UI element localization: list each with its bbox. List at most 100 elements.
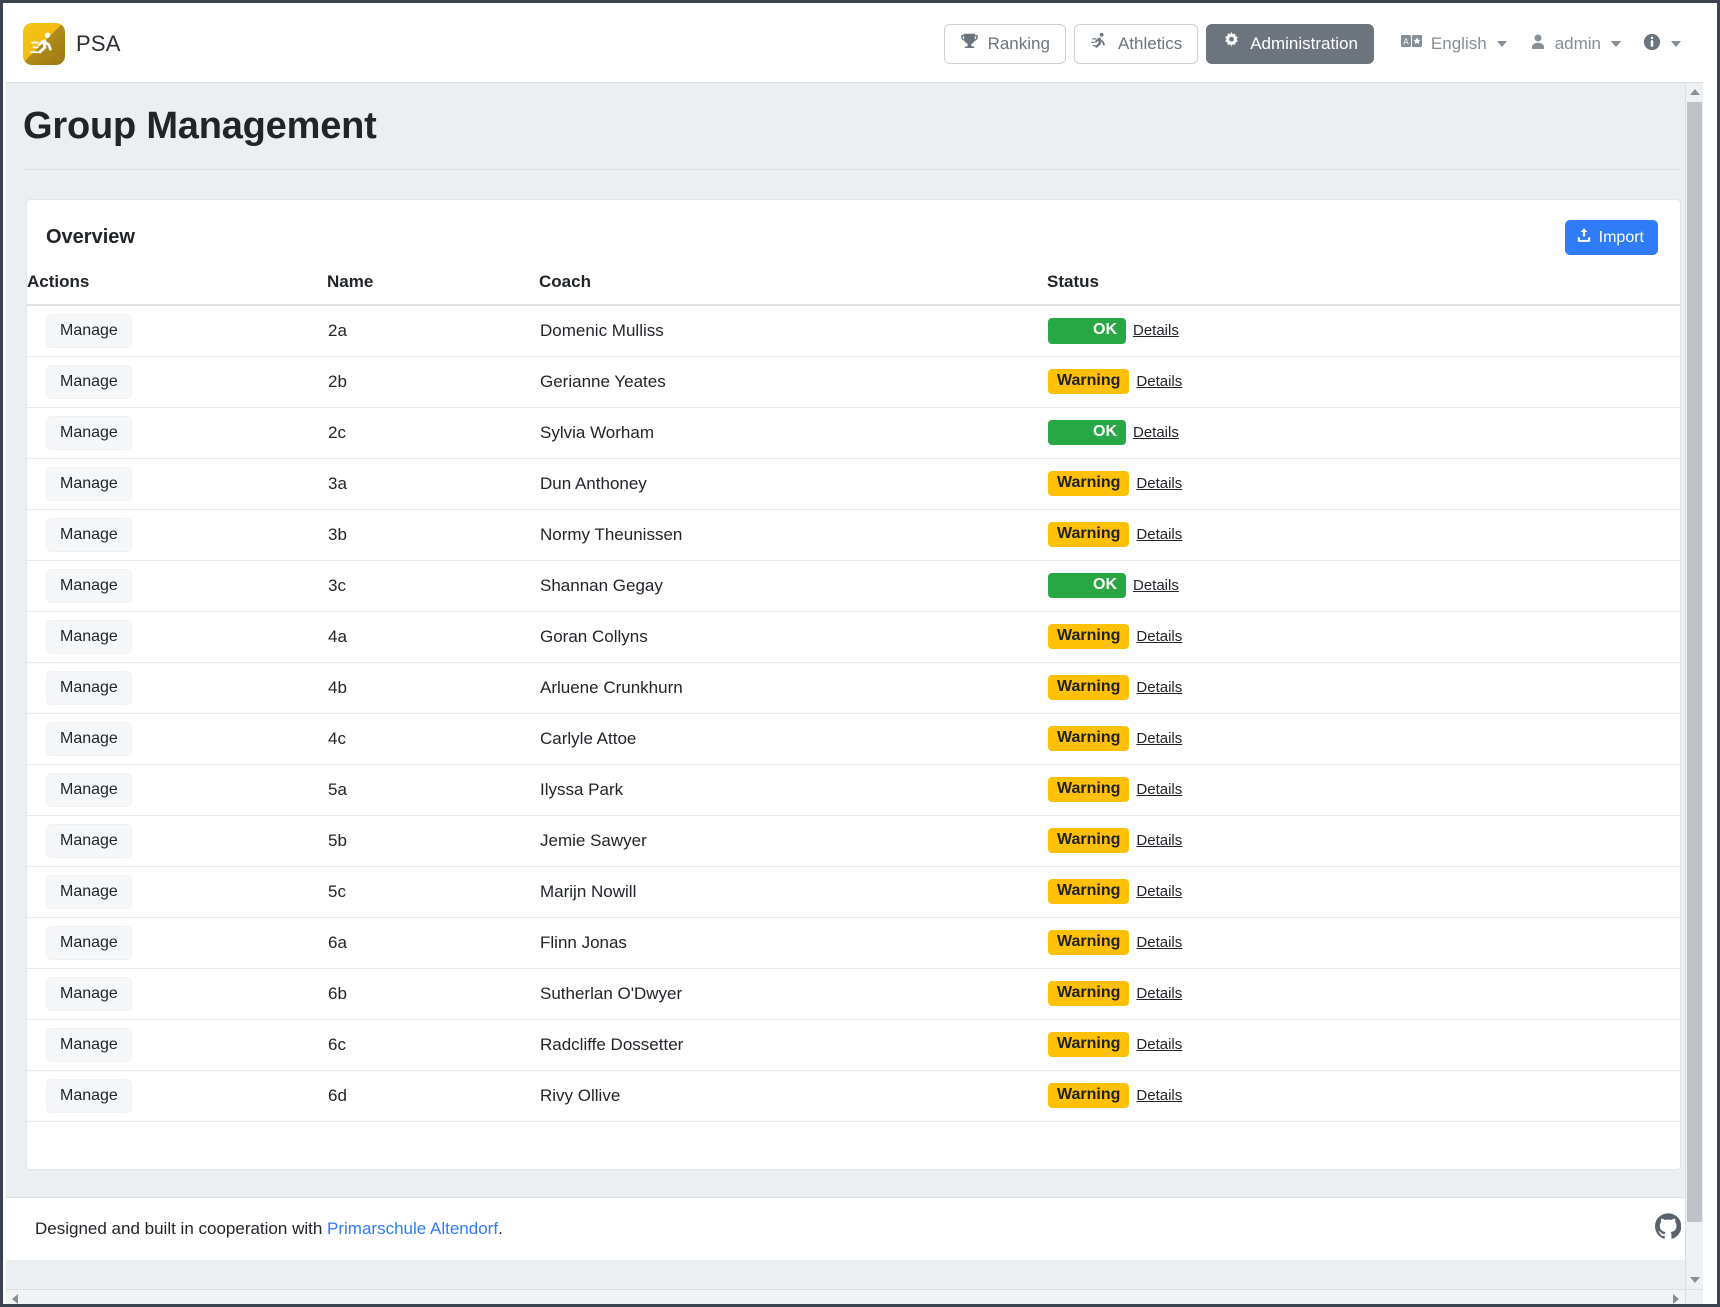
- cell-coach: Marijn Nowill: [539, 866, 1047, 918]
- cell-status: Warning Details: [1047, 866, 1680, 918]
- runner-icon: [1090, 32, 1109, 56]
- status-cell: Warning Details: [1048, 470, 1679, 497]
- cell-actions: Manage: [27, 560, 327, 612]
- manage-button[interactable]: Manage: [46, 1078, 132, 1113]
- info-menu[interactable]: [1643, 33, 1681, 56]
- cell-actions: Manage: [27, 815, 327, 867]
- table-header-row: Actions Name Coach Status: [27, 272, 1680, 306]
- cell-name: 5c: [327, 866, 539, 918]
- card-title: Overview: [46, 226, 135, 248]
- manage-button[interactable]: Manage: [46, 619, 132, 654]
- details-link[interactable]: Details: [1136, 475, 1182, 492]
- cell-status: Warning Details: [1047, 458, 1680, 510]
- column-header-status: Status: [1047, 272, 1680, 306]
- top-navbar: PSA Ranking Athletics Administration A E…: [6, 6, 1703, 83]
- status-badge: Warning: [1048, 470, 1130, 497]
- cell-coach: Radcliffe Dossetter: [539, 1019, 1047, 1071]
- manage-button[interactable]: Manage: [46, 1027, 132, 1062]
- manage-button[interactable]: Manage: [46, 772, 132, 807]
- nav-button-ranking-label: Ranking: [987, 34, 1050, 53]
- cell-coach: Flinn Jonas: [539, 917, 1047, 969]
- table-row: Manage 6c Radcliffe Dossetter Warning Detail…: [27, 1019, 1680, 1071]
- cell-actions: Manage: [27, 1070, 327, 1122]
- details-link[interactable]: Details: [1136, 781, 1182, 798]
- status-badge: OK: [1048, 419, 1126, 446]
- scroll-up-button[interactable]: [1686, 83, 1703, 101]
- manage-button[interactable]: Manage: [46, 313, 132, 348]
- scroll-down-button[interactable]: [1686, 1271, 1703, 1289]
- details-link[interactable]: Details: [1133, 577, 1179, 594]
- manage-button[interactable]: Manage: [46, 466, 132, 501]
- content-area: Overview Import Actions Name Coach Statu…: [6, 170, 1703, 1197]
- chevron-up-icon: [1689, 89, 1700, 95]
- column-header-coach: Coach: [539, 272, 1047, 306]
- details-link[interactable]: Details: [1136, 679, 1182, 696]
- details-link[interactable]: Details: [1136, 832, 1182, 849]
- cell-name: 4c: [327, 713, 539, 765]
- manage-button[interactable]: Manage: [46, 874, 132, 909]
- svg-text:A: A: [1403, 37, 1409, 47]
- vertical-scrollbar[interactable]: [1685, 83, 1703, 1289]
- table-row: Manage 6b Sutherlan O'Dwyer Warning Details: [27, 968, 1680, 1020]
- nav-button-athletics[interactable]: Athletics: [1073, 24, 1199, 64]
- manage-button[interactable]: Manage: [46, 976, 132, 1011]
- user-menu[interactable]: admin: [1529, 33, 1621, 56]
- status-cell: Warning Details: [1048, 980, 1679, 1007]
- cell-coach: Sylvia Worham: [539, 407, 1047, 459]
- table-row: Manage 4a Goran Collyns Warning Details: [27, 611, 1680, 663]
- github-icon[interactable]: [1654, 1213, 1682, 1244]
- manage-button[interactable]: Manage: [46, 415, 132, 450]
- column-header-actions: Actions: [27, 272, 327, 306]
- footer-partner-link[interactable]: Primarschule Altendorf: [327, 1219, 498, 1238]
- chevron-down-icon: [1689, 1277, 1700, 1283]
- status-cell: Warning Details: [1048, 827, 1679, 854]
- import-button[interactable]: Import: [1564, 220, 1658, 255]
- horizontal-scrollbar[interactable]: [6, 1289, 1685, 1304]
- details-link[interactable]: Details: [1136, 934, 1182, 951]
- scroll-left-button[interactable]: [6, 1290, 24, 1304]
- details-link[interactable]: Details: [1136, 730, 1182, 747]
- page-header: Group Management: [6, 83, 1703, 170]
- details-link[interactable]: Details: [1133, 424, 1179, 441]
- chevron-down-icon: [1671, 41, 1681, 47]
- cell-actions: Manage: [27, 866, 327, 918]
- details-link[interactable]: Details: [1136, 1036, 1182, 1053]
- details-link[interactable]: Details: [1136, 883, 1182, 900]
- manage-button[interactable]: Manage: [46, 568, 132, 603]
- page-footer: Designed and built in cooperation with P…: [6, 1196, 1703, 1260]
- nav-button-administration[interactable]: Administration: [1206, 24, 1374, 64]
- details-link[interactable]: Details: [1133, 322, 1179, 339]
- details-link[interactable]: Details: [1136, 628, 1182, 645]
- manage-button[interactable]: Manage: [46, 670, 132, 705]
- vertical-scrollbar-thumb[interactable]: [1687, 102, 1702, 1222]
- card-header: Overview Import: [27, 200, 1680, 272]
- details-link[interactable]: Details: [1136, 526, 1182, 543]
- brand[interactable]: PSA: [23, 23, 121, 65]
- translate-icon: A: [1400, 34, 1423, 54]
- cell-coach: Arluene Crunkhurn: [539, 662, 1047, 714]
- cell-actions: Manage: [27, 305, 327, 357]
- manage-button[interactable]: Manage: [46, 823, 132, 858]
- status-badge: Warning: [1048, 1082, 1130, 1109]
- table-row: Manage 5a Ilyssa Park Warning Details: [27, 764, 1680, 816]
- gear-icon: [1222, 32, 1241, 56]
- manage-button[interactable]: Manage: [46, 364, 132, 399]
- details-link[interactable]: Details: [1136, 985, 1182, 1002]
- cell-status: Warning Details: [1047, 713, 1680, 765]
- nav-button-ranking[interactable]: Ranking: [943, 24, 1066, 64]
- manage-button[interactable]: Manage: [46, 721, 132, 756]
- manage-button[interactable]: Manage: [46, 925, 132, 960]
- details-link[interactable]: Details: [1136, 373, 1182, 390]
- card-bottom-spacer: [27, 1122, 1680, 1169]
- cell-actions: Manage: [27, 713, 327, 765]
- manage-button[interactable]: Manage: [46, 517, 132, 552]
- cell-status: OK Details: [1047, 305, 1680, 357]
- language-selector[interactable]: A English: [1400, 34, 1507, 54]
- details-link[interactable]: Details: [1136, 1087, 1182, 1104]
- footer-icons: [1654, 1213, 1682, 1244]
- cell-actions: Manage: [27, 458, 327, 510]
- cell-coach: Shannan Gegay: [539, 560, 1047, 612]
- browser-window: PSA Ranking Athletics Administration A E…: [0, 0, 1720, 1307]
- cell-coach: Dun Anthoney: [539, 458, 1047, 510]
- scroll-right-button[interactable]: [1667, 1290, 1685, 1304]
